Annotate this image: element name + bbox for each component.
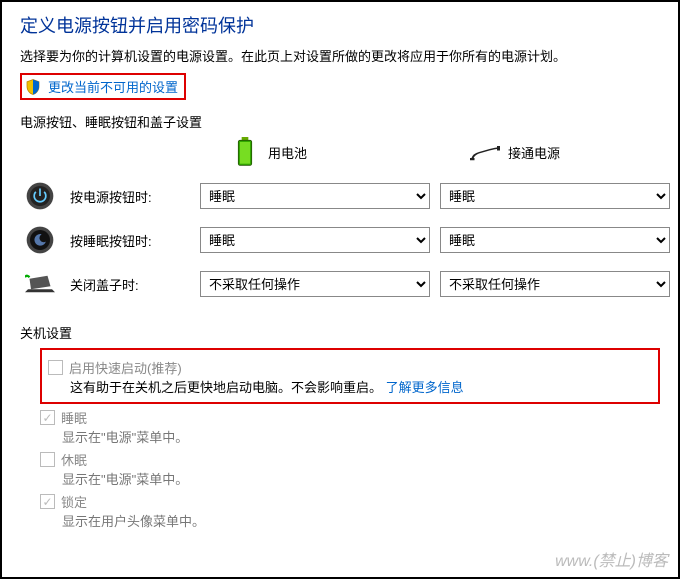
column-plugged-header: 接通电源 (440, 137, 670, 167)
sleep-button-battery-select[interactable]: 睡眠 (200, 227, 430, 253)
shield-icon (24, 78, 42, 96)
power-button-icon (20, 181, 60, 211)
lock-checkbox[interactable]: ✓ (40, 494, 55, 509)
hibernate-checkbox[interactable] (40, 452, 55, 467)
change-unavailable-settings-label: 更改当前不可用的设置 (48, 77, 178, 96)
column-battery-header: 用电池 (200, 137, 430, 167)
sleep-checkbox-label: 睡眠 (61, 408, 87, 427)
fast-startup-checkbox[interactable] (48, 360, 63, 375)
battery-icon (230, 137, 260, 167)
lid-close-label: 关闭盖子时: (70, 275, 190, 294)
sleep-button-plugged-select[interactable]: 睡眠 (440, 227, 670, 253)
power-button-battery-select[interactable]: 睡眠 (200, 183, 430, 209)
lid-close-icon (20, 269, 60, 299)
page-subtitle: 选择要为你的计算机设置的电源设置。在此页上对设置所做的更改将应用于你所有的电源计… (20, 46, 660, 65)
learn-more-link[interactable]: 了解更多信息 (386, 380, 464, 395)
hibernate-checkbox-label: 休眠 (61, 450, 87, 469)
lock-checkbox-desc: 显示在用户头像菜单中。 (40, 511, 660, 530)
lid-close-battery-select[interactable]: 不采取任何操作 (200, 271, 430, 297)
power-button-label: 按电源按钮时: (70, 187, 190, 206)
plug-icon (470, 137, 500, 167)
lock-checkbox-label: 锁定 (61, 492, 87, 511)
fast-startup-label: 启用快速启动(推荐) (69, 358, 182, 377)
page-title: 定义电源按钮并启用密码保护 (20, 12, 660, 38)
sleep-checkbox-desc: 显示在"电源"菜单中。 (40, 427, 660, 446)
fast-startup-desc: 这有助于在关机之后更快地启动电脑。不会影响重启。 (70, 380, 382, 395)
power-button-plugged-select[interactable]: 睡眠 (440, 183, 670, 209)
lid-close-plugged-select[interactable]: 不采取任何操作 (440, 271, 670, 297)
sleep-button-icon (20, 225, 60, 255)
change-unavailable-settings-link[interactable]: 更改当前不可用的设置 (20, 73, 186, 100)
hibernate-checkbox-desc: 显示在"电源"菜单中。 (40, 469, 660, 488)
sleep-button-label: 按睡眠按钮时: (70, 231, 190, 250)
sleep-checkbox[interactable]: ✓ (40, 410, 55, 425)
shutdown-settings-title: 关机设置 (20, 323, 660, 342)
power-button-section-title: 电源按钮、睡眠按钮和盖子设置 (20, 112, 660, 131)
watermark: www.(禁止)博客 (555, 547, 668, 571)
fast-startup-highlight: 启用快速启动(推荐) 这有助于在关机之后更快地启动电脑。不会影响重启。 了解更多… (40, 348, 660, 404)
